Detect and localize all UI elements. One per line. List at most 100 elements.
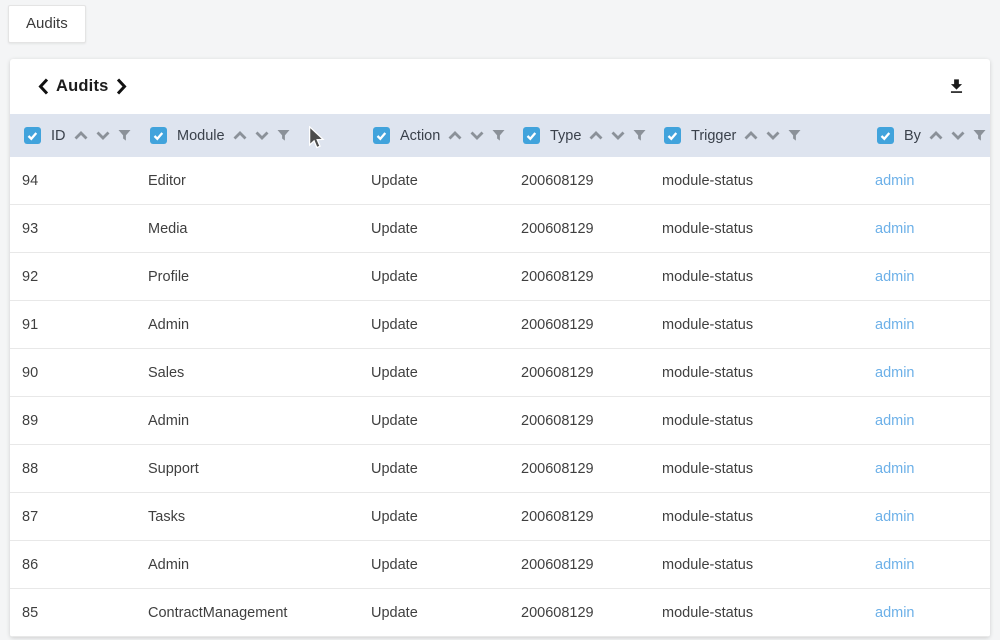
sort-descending-icon[interactable] — [611, 131, 625, 140]
action-cell: Update — [359, 221, 509, 237]
by-user-link[interactable]: admin — [875, 557, 915, 573]
column-header-trigger: Trigger — [650, 114, 863, 157]
download-button[interactable] — [945, 73, 968, 100]
column-header-module: Module — [136, 114, 359, 157]
by-user-link[interactable]: admin — [875, 221, 915, 237]
type-cell: 200608129 — [509, 413, 650, 429]
column-header-by: By — [863, 114, 990, 157]
sort-descending-icon[interactable] — [470, 131, 484, 140]
filter-icon[interactable] — [492, 129, 505, 142]
by-user-link[interactable]: admin — [875, 173, 915, 189]
by-cell: admin — [863, 173, 990, 189]
chevron-left-icon[interactable] — [38, 78, 49, 95]
table-row[interactable]: 89 Admin Update 200608129 module-status … — [10, 397, 990, 445]
id-cell: 87 — [10, 509, 136, 525]
type-cell: 200608129 — [509, 557, 650, 573]
sort-ascending-icon[interactable] — [744, 131, 758, 140]
id-cell: 90 — [10, 365, 136, 381]
filter-icon[interactable] — [277, 129, 290, 142]
action-cell: Update — [359, 413, 509, 429]
action-cell: Update — [359, 269, 509, 285]
id-cell: 86 — [10, 557, 136, 573]
action-cell: Update — [359, 605, 509, 621]
by-cell: admin — [863, 221, 990, 237]
by-user-link[interactable]: admin — [875, 509, 915, 525]
trigger-cell: module-status — [650, 605, 863, 621]
module-cell: Admin — [136, 557, 359, 573]
sort-ascending-icon[interactable] — [233, 131, 247, 140]
table-row[interactable]: 94 Editor Update 200608129 module-status… — [10, 157, 990, 205]
by-user-link[interactable]: admin — [875, 461, 915, 477]
sort-descending-icon[interactable] — [255, 131, 269, 140]
filter-icon[interactable] — [973, 129, 986, 142]
module-cell: Media — [136, 221, 359, 237]
table-header-row: ID Module Action Type Tr — [10, 114, 990, 157]
by-cell: admin — [863, 365, 990, 381]
card-title-group: Audits — [38, 77, 127, 96]
by-cell: admin — [863, 413, 990, 429]
id-cell: 91 — [10, 317, 136, 333]
column-label-trigger: Trigger — [691, 128, 736, 144]
table-row[interactable]: 87 Tasks Update 200608129 module-status … — [10, 493, 990, 541]
module-column-checkbox[interactable] — [150, 127, 167, 144]
by-user-link[interactable]: admin — [875, 269, 915, 285]
trigger-column-checkbox[interactable] — [664, 127, 681, 144]
trigger-cell: module-status — [650, 461, 863, 477]
module-cell: Sales — [136, 365, 359, 381]
trigger-cell: module-status — [650, 317, 863, 333]
column-header-action: Action — [359, 114, 509, 157]
by-user-link[interactable]: admin — [875, 317, 915, 333]
by-cell: admin — [863, 557, 990, 573]
module-cell: Admin — [136, 317, 359, 333]
id-column-checkbox[interactable] — [24, 127, 41, 144]
by-user-link[interactable]: admin — [875, 605, 915, 621]
action-column-checkbox[interactable] — [373, 127, 390, 144]
column-label-module: Module — [177, 128, 225, 144]
type-cell: 200608129 — [509, 317, 650, 333]
table-row[interactable]: 86 Admin Update 200608129 module-status … — [10, 541, 990, 589]
chevron-right-icon[interactable] — [116, 78, 127, 95]
download-icon — [947, 77, 966, 96]
sort-descending-icon[interactable] — [951, 131, 965, 140]
module-cell: ContractManagement — [136, 605, 359, 621]
by-cell: admin — [863, 461, 990, 477]
filter-icon[interactable] — [788, 129, 801, 142]
trigger-cell: module-status — [650, 413, 863, 429]
sort-descending-icon[interactable] — [766, 131, 780, 140]
module-cell: Editor — [136, 173, 359, 189]
trigger-cell: module-status — [650, 365, 863, 381]
type-cell: 200608129 — [509, 173, 650, 189]
by-user-link[interactable]: admin — [875, 413, 915, 429]
table-row[interactable]: 85 ContractManagement Update 200608129 m… — [10, 589, 990, 637]
type-column-checkbox[interactable] — [523, 127, 540, 144]
action-cell: Update — [359, 365, 509, 381]
sort-descending-icon[interactable] — [96, 131, 110, 140]
sort-ascending-icon[interactable] — [589, 131, 603, 140]
tab-audits[interactable]: Audits — [8, 5, 86, 43]
column-label-id: ID — [51, 128, 66, 144]
card-header: Audits — [10, 59, 990, 114]
by-cell: admin — [863, 605, 990, 621]
type-cell: 200608129 — [509, 221, 650, 237]
table-row[interactable]: 92 Profile Update 200608129 module-statu… — [10, 253, 990, 301]
table-row[interactable]: 93 Media Update 200608129 module-status … — [10, 205, 990, 253]
type-cell: 200608129 — [509, 509, 650, 525]
trigger-cell: module-status — [650, 221, 863, 237]
audits-card: Audits ID Module Action — [10, 59, 990, 637]
table-row[interactable]: 90 Sales Update 200608129 module-status … — [10, 349, 990, 397]
by-user-link[interactable]: admin — [875, 365, 915, 381]
type-cell: 200608129 — [509, 365, 650, 381]
by-cell: admin — [863, 509, 990, 525]
by-column-checkbox[interactable] — [877, 127, 894, 144]
sort-ascending-icon[interactable] — [929, 131, 943, 140]
id-cell: 85 — [10, 605, 136, 621]
filter-icon[interactable] — [633, 129, 646, 142]
sort-ascending-icon[interactable] — [74, 131, 88, 140]
module-cell: Support — [136, 461, 359, 477]
trigger-cell: module-status — [650, 173, 863, 189]
table-row[interactable]: 91 Admin Update 200608129 module-status … — [10, 301, 990, 349]
table-row[interactable]: 88 Support Update 200608129 module-statu… — [10, 445, 990, 493]
filter-icon[interactable] — [118, 129, 131, 142]
sort-ascending-icon[interactable] — [448, 131, 462, 140]
column-label-type: Type — [550, 128, 581, 144]
